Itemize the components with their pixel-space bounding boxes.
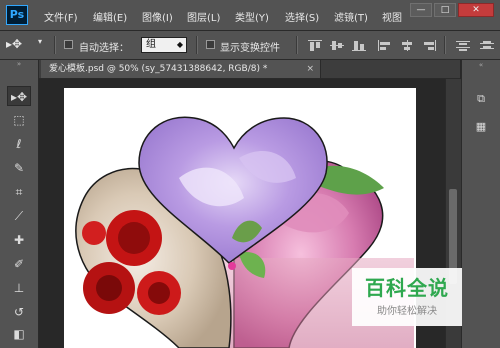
brush-tool-icon[interactable]: ✐ — [7, 254, 31, 274]
menu-type[interactable]: 类型(Y) — [235, 9, 269, 24]
align-right-edges-icon[interactable] — [422, 40, 436, 51]
restore-button[interactable]: □ — [434, 3, 456, 17]
photoshop-logo: Ps — [6, 5, 28, 25]
align-left-edges-icon[interactable] — [378, 40, 392, 51]
properties-panel-icon[interactable]: ▦ — [470, 118, 492, 136]
distribute-top-icon[interactable] — [456, 40, 470, 51]
menu-select[interactable]: 选择(S) — [285, 9, 319, 24]
close-tab-icon[interactable]: × — [306, 60, 314, 78]
distribute-vertical-centers-icon[interactable] — [480, 40, 494, 51]
document-title: 爱心模板.psd @ 50% (sy_57431388642, RGB/8) * — [49, 64, 268, 74]
minimize-button[interactable]: — — [410, 3, 432, 17]
show-transform-checkbox[interactable] — [206, 40, 215, 49]
red-rose — [82, 221, 106, 245]
tool-preset-chevron-icon[interactable]: ▾ — [38, 37, 42, 46]
show-transform-label: 显示变换控件 — [220, 43, 280, 54]
tools-panel: » ▸✥ ⬚ ℓ ✎ ⌗ ⟋ ✚ ✐ ⊥ ↺ ◧ — [0, 60, 39, 348]
chevron-updown-icon: ◆ — [176, 40, 183, 49]
menu-file[interactable]: 文件(F) — [44, 9, 78, 24]
panel-dock: « ⧉ ▦ — [461, 60, 500, 348]
collapse-panel-icon[interactable]: « — [470, 60, 492, 70]
watermark: 百科全说 助你轻松解决 — [352, 268, 462, 326]
pink-dot — [228, 262, 236, 270]
divider — [196, 36, 198, 54]
crop-tool-icon[interactable]: ⌗ — [7, 182, 31, 202]
healing-brush-icon[interactable]: ✚ — [7, 230, 31, 250]
auto-select-value: 组 — [146, 39, 156, 50]
menu-view[interactable]: 视图 — [382, 9, 402, 24]
menu-layer[interactable]: 图层(L) — [187, 9, 220, 24]
close-button[interactable]: ✕ — [458, 3, 494, 17]
auto-select-checkbox[interactable] — [64, 40, 73, 49]
watermark-subtitle: 助你轻松解决 — [377, 306, 437, 317]
move-tool-icon[interactable]: ▸✥ — [7, 86, 31, 106]
menu-bar: Ps 文件(F) 编辑(E) 图像(I) 图层(L) 类型(Y) 选择(S) 滤… — [0, 0, 500, 31]
collapse-panel-icon[interactable]: » — [7, 60, 31, 68]
align-bottom-edges-icon[interactable] — [352, 40, 366, 51]
options-bar: ▸✥ ▾ 自动选择： 组 ◆ 显示变换控件 — [0, 31, 500, 60]
align-top-edges-icon[interactable] — [308, 40, 322, 51]
marquee-tool-icon[interactable]: ⬚ — [7, 110, 31, 130]
eraser-tool-icon[interactable]: ◧ — [7, 324, 31, 344]
menu-filter[interactable]: 滤镜(T) — [334, 9, 368, 24]
divider — [296, 36, 298, 54]
clone-stamp-icon[interactable]: ⊥ — [7, 278, 31, 298]
history-brush-icon[interactable]: ↺ — [7, 302, 31, 322]
auto-select-label: 自动选择： — [79, 43, 129, 54]
divider — [54, 36, 56, 54]
document-tab-bar: 爱心模板.psd @ 50% (sy_57431388642, RGB/8) *… — [39, 60, 460, 79]
align-horizontal-centers-icon[interactable] — [400, 40, 414, 51]
history-panel-icon[interactable]: ⧉ — [470, 90, 492, 108]
move-tool-icon[interactable]: ▸✥ — [6, 37, 22, 51]
divider — [444, 36, 446, 54]
menu-image[interactable]: 图像(I) — [142, 9, 173, 24]
menu-edit[interactable]: 编辑(E) — [93, 9, 127, 24]
lasso-tool-icon[interactable]: ℓ — [7, 134, 31, 154]
watermark-title: 百科全说 — [365, 276, 449, 300]
document-tab[interactable]: 爱心模板.psd @ 50% (sy_57431388642, RGB/8) *… — [41, 60, 321, 78]
eyedropper-tool-icon[interactable]: ⟋ — [7, 206, 31, 226]
align-vertical-centers-icon[interactable] — [330, 40, 344, 51]
auto-select-dropdown[interactable]: 组 ◆ — [141, 37, 187, 53]
quick-select-tool-icon[interactable]: ✎ — [7, 158, 31, 178]
